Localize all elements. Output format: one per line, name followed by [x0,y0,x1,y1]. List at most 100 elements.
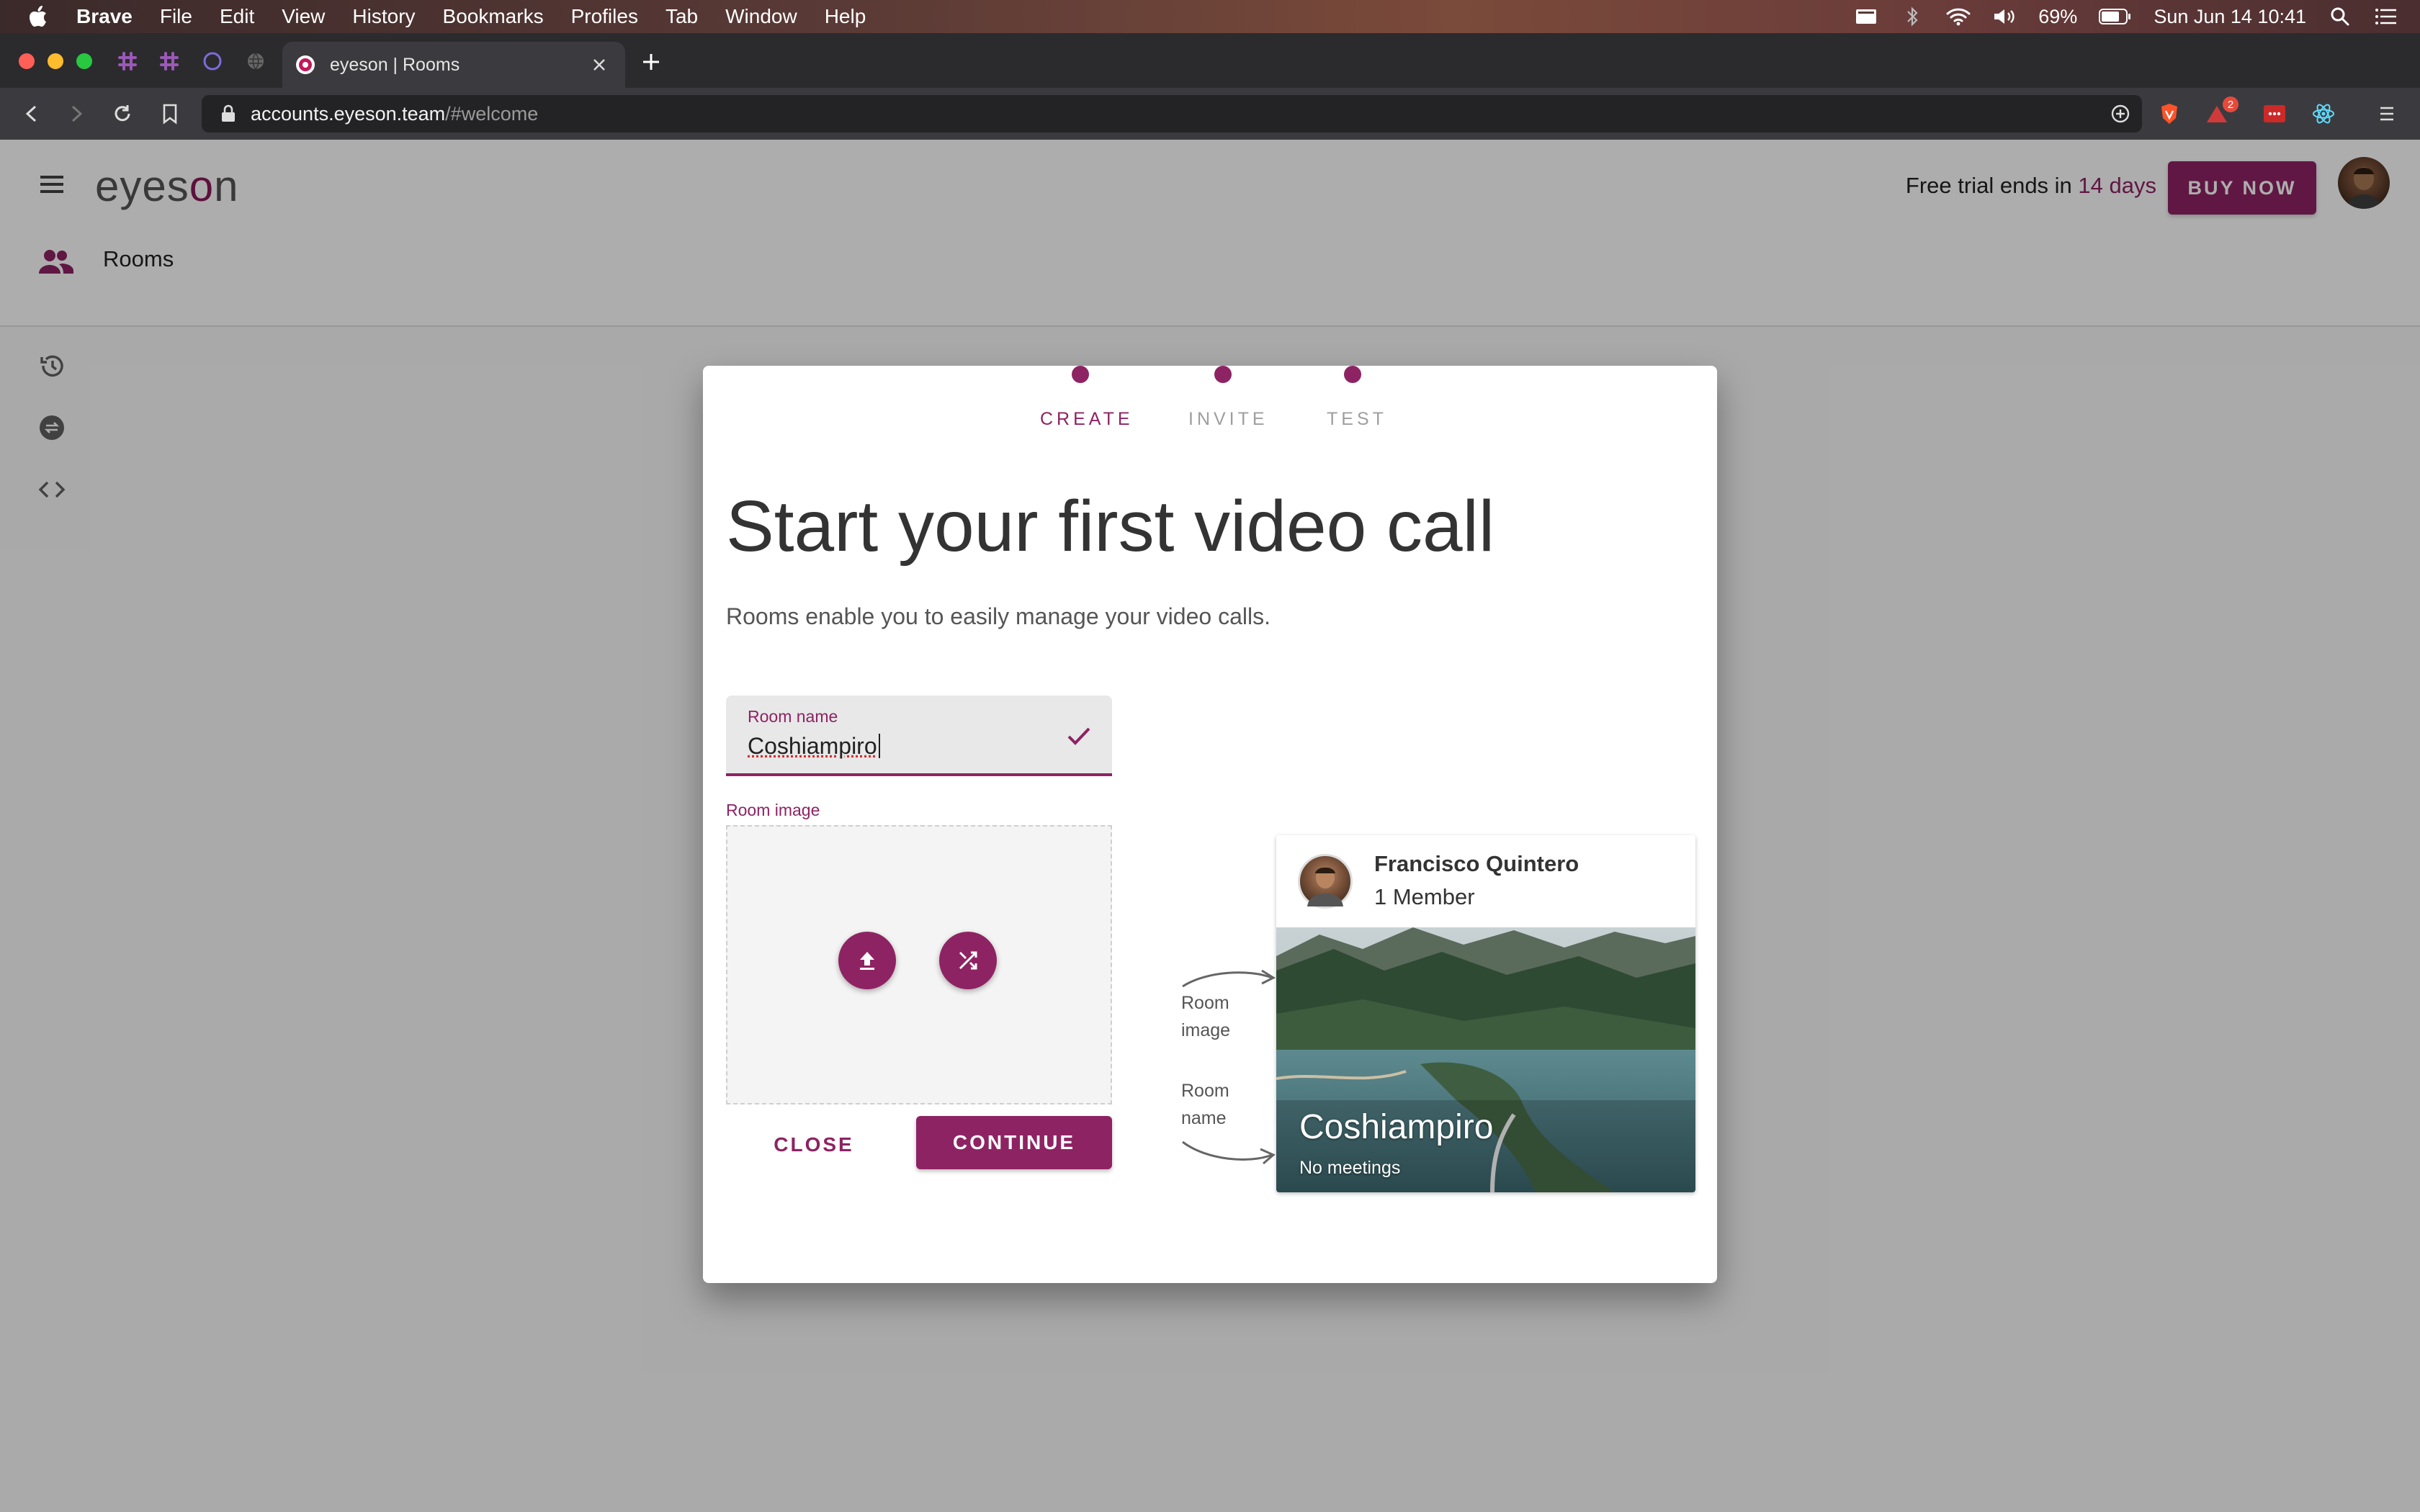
menu-help[interactable]: Help [825,5,866,28]
window-zoom-button[interactable] [76,53,92,69]
lastpass-icon [2264,105,2285,122]
screen-icon[interactable] [1854,6,1878,27]
battery-percent: 69% [2038,5,2078,27]
control-center-icon[interactable] [2374,6,2398,27]
step-invite: INVITE [1188,409,1268,429]
url-path: /#welcome [445,102,539,125]
pinned-tab-slack-2[interactable] [158,50,180,72]
close-icon [593,59,605,71]
room-image-dropzone[interactable] [726,825,1112,1104]
back-icon [25,105,37,122]
owner-name: Francisco Quintero [1374,851,1579,876]
close-button[interactable]: CLOSE [763,1122,864,1168]
browser-toolbar: accounts.eyeson.team/#welcome 2 [0,88,2420,140]
url-host: accounts.eyeson.team [251,102,446,125]
upload-icon [860,952,874,970]
room-preview-image [1276,927,1695,1192]
menu-icon [2380,107,2393,121]
menu-edit[interactable]: Edit [220,5,254,28]
room-name-label: Room name [748,707,838,726]
wifi-icon[interactable] [1946,6,1971,27]
welcome-dialog: CREATE INVITE TEST Start your first vide… [703,366,1717,1283]
macos-menubar: Brave File Edit View History Bookmarks P… [0,0,2420,33]
owner-avatar [1298,854,1353,909]
lock-icon [222,104,235,122]
slack-icon [118,52,137,71]
bookmark-button[interactable] [157,101,183,127]
bluetooth-icon[interactable] [1900,6,1924,27]
brave-rewards-button[interactable]: 2 [2205,96,2238,127]
react-devtools-button[interactable] [2311,101,2336,127]
preview-room-name: Coshiampiro [1299,1108,1494,1146]
menu-history[interactable]: History [352,5,415,28]
eyeson-favicon-icon [296,55,315,74]
window-close-button[interactable] [19,53,35,69]
lastpass-extension-button[interactable] [2262,101,2287,127]
volume-icon[interactable] [1992,6,2017,27]
annotation-room-image: Room image [1181,989,1230,1044]
room-preview-card: Francisco Quintero 1 Member Coshiampiro … [1276,835,1695,1192]
tab-eyeson-rooms[interactable]: eyeson | Rooms [282,42,625,88]
step-create: CREATE [1040,409,1134,429]
pinned-tab-globe[interactable] [245,50,266,72]
forward-button[interactable] [63,101,89,127]
annotation-room-name-line2: name [1181,1108,1227,1128]
loader-icon [203,52,222,71]
tab-title: eyeson | Rooms [330,54,460,75]
check-icon [1067,727,1090,745]
back-button[interactable] [19,101,45,127]
annotation-room-name: Room name [1181,1077,1229,1132]
upload-image-button[interactable] [838,932,896,989]
menu-file[interactable]: File [160,5,192,28]
apple-icon[interactable] [29,6,50,27]
battery-icon[interactable] [2099,6,2132,27]
browser-tabbar: eyeson | Rooms [0,33,2420,88]
annotation-arrows [1182,969,1276,1165]
step-dot-test [1344,366,1361,383]
preview-meetings: No meetings [1299,1158,1401,1178]
menu-app-brave[interactable]: Brave [76,5,133,28]
room-image-label: Room image [726,801,820,819]
continue-button[interactable]: CONTINUE [916,1116,1112,1169]
menu-tab[interactable]: Tab [666,5,698,28]
reload-icon [115,105,130,122]
globe-icon [248,53,264,70]
close-tab-button[interactable] [588,53,611,76]
pinned-tab-slack[interactable] [117,50,138,72]
annotation-room-image-line1: Room [1181,993,1229,1013]
text-caret [878,734,880,758]
brave-shield-icon [2161,104,2177,124]
browser-menu-button[interactable] [2374,101,2400,127]
room-name-field[interactable]: Room name Coshiampiro [726,696,1112,776]
react-icon [2313,104,2334,124]
member-count: 1 Member [1374,884,1475,909]
window-minimize-button[interactable] [48,53,63,69]
menu-bookmarks[interactable]: Bookmarks [443,5,544,28]
forward-icon [71,105,83,122]
room-name-input[interactable]: Coshiampiro [748,733,880,760]
new-tab-button[interactable] [638,49,664,75]
menu-view[interactable]: View [282,5,325,28]
reload-button[interactable] [109,101,135,127]
spotlight-icon[interactable] [2328,6,2352,27]
pinned-tab-loading[interactable] [202,50,223,72]
step-dot-create [1072,366,1089,383]
menu-profiles[interactable]: Profiles [571,5,638,28]
bookmark-icon [163,104,177,125]
menu-window[interactable]: Window [725,5,797,28]
annotation-room-image-line2: image [1181,1020,1231,1040]
room-name-value: Coshiampiro [748,733,877,759]
shuffle-image-button[interactable] [939,932,997,989]
shuffle-icon [959,951,977,970]
step-dot-invite [1214,366,1232,383]
add-to-page-button[interactable] [2107,101,2133,127]
address-bar[interactable]: accounts.eyeson.team/#welcome [202,95,2142,132]
dialog-subtitle: Rooms enable you to easily manage your v… [726,603,1270,629]
add-circle-icon [2111,104,2130,123]
dialog-title: Start your first video call [726,486,1495,567]
brave-shields-button[interactable] [2156,101,2182,127]
step-test: TEST [1327,409,1387,429]
web-page: eyeson Rooms Free trial ends in 14 days … [0,140,2420,1512]
clock[interactable]: Sun Jun 14 10:41 [2154,6,2306,28]
rewards-badge: 2 [2223,96,2238,112]
